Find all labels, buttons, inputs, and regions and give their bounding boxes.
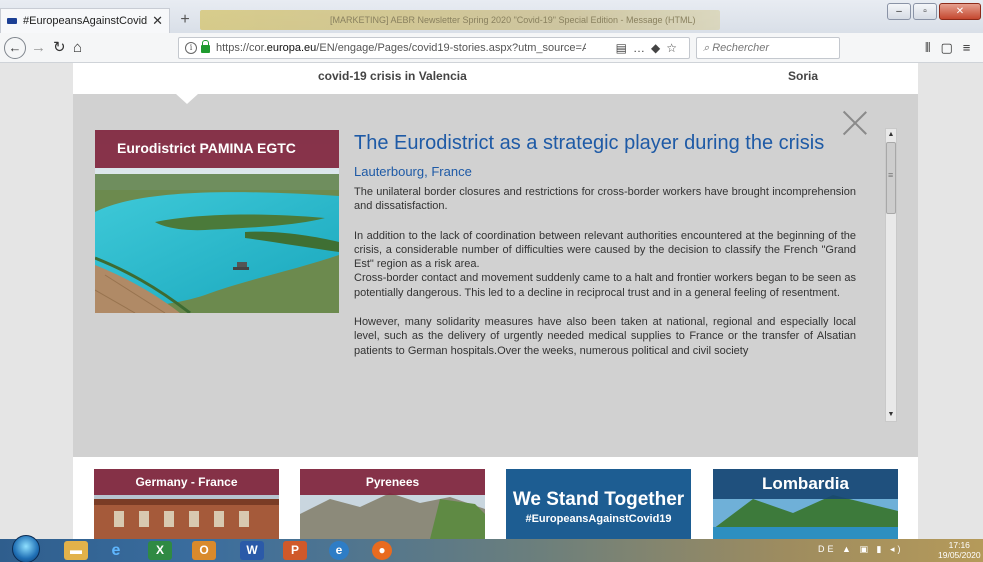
story-scrollbar[interactable]: ▲ ▼ bbox=[885, 128, 897, 422]
story-text: The Eurodistrict as a strategic player d… bbox=[354, 130, 856, 422]
tab-active[interactable]: #EuropeansAgainstCovid19 ✕ bbox=[0, 8, 170, 33]
window-controls: – ▫ ✕ bbox=[885, 3, 981, 20]
story-detail-panel: Eurodistrict PAMINA EGTC The Eurodistric… bbox=[73, 94, 918, 457]
sidebar-icon[interactable]: ▢ bbox=[940, 40, 962, 55]
excel-icon[interactable]: X bbox=[148, 541, 172, 560]
navigation-bar: ← → ↻ ⌂ i https://cor.europa.eu/EN/engag… bbox=[0, 33, 983, 63]
story-link-valencia[interactable]: covid-19 crisis in Valencia bbox=[318, 69, 467, 83]
back-arrow-icon[interactable]: ← bbox=[4, 37, 26, 59]
menu-icon[interactable]: ≡ bbox=[963, 40, 981, 55]
scroll-down-arrow-icon[interactable]: ▼ bbox=[886, 409, 896, 421]
windows-taskbar: ▬ e X O W P e ● DE ▲ ▣ ▮ ◂) 17:16 19/05/… bbox=[0, 535, 983, 562]
scroll-up-arrow-icon[interactable]: ▲ bbox=[886, 129, 896, 141]
story-location: Lauterbourg, France bbox=[354, 164, 472, 179]
outlook-icon[interactable]: O bbox=[192, 541, 216, 560]
card-label: Lombardia bbox=[713, 469, 898, 499]
story-image-banner: Eurodistrict PAMINA EGTC bbox=[95, 130, 339, 168]
url-bar[interactable]: i https://cor.europa.eu/EN/engage/Pages/… bbox=[178, 37, 690, 59]
tab-title: #EuropeansAgainstCovid19 bbox=[23, 15, 149, 27]
signal-icon[interactable]: ▮ bbox=[877, 544, 885, 554]
story-card-lombardia[interactable]: Lombardia bbox=[713, 469, 898, 539]
story-card-pyrenees[interactable]: Pyrenees bbox=[300, 469, 485, 539]
story-link-soria[interactable]: Soria bbox=[788, 69, 818, 83]
story-paragraph: In addition to the lack of coordination … bbox=[354, 229, 856, 271]
forward-arrow-icon[interactable]: → bbox=[31, 38, 46, 58]
lock-icon[interactable] bbox=[201, 40, 210, 53]
tray-arrow-icon[interactable]: ▲ bbox=[842, 544, 854, 554]
explorer-icon[interactable]: ▬ bbox=[64, 541, 88, 560]
minimize-button[interactable]: – bbox=[887, 3, 911, 20]
ie-icon[interactable]: e bbox=[104, 541, 128, 560]
story-title: The Eurodistrict as a strategic player d… bbox=[354, 132, 825, 154]
card-label: Pyrenees bbox=[300, 469, 485, 495]
card-label: Germany - France bbox=[94, 469, 279, 495]
browser-titlebar: #EuropeansAgainstCovid19 ✕ + [MARKETING]… bbox=[0, 0, 983, 33]
toolbar-right: ⫴▢≡ bbox=[925, 40, 980, 56]
story-strip: covid-19 crisis in Valencia Soria bbox=[73, 63, 918, 94]
selected-pointer bbox=[176, 94, 198, 104]
search-input[interactable]: ⌕ Rechercher bbox=[696, 37, 840, 59]
maximize-button[interactable]: ▫ bbox=[913, 3, 937, 20]
story-body: The unilateral border closures and restr… bbox=[354, 185, 856, 358]
edge-icon[interactable]: e bbox=[329, 541, 349, 560]
story-paragraph: Cross-border contact and movement sudden… bbox=[354, 272, 856, 299]
url-text: https://cor.europa.eu/EN/engage/Pages/co… bbox=[216, 42, 586, 54]
reload-icon[interactable]: ↻ bbox=[53, 38, 66, 58]
story-card-germany-france[interactable]: Germany - France bbox=[94, 469, 279, 539]
card-title: We Stand Together bbox=[512, 489, 685, 510]
story-cards: Germany - France Pyrenees We Stand Toget… bbox=[73, 469, 918, 539]
card-hashtag: #EuropeansAgainstCovid19 bbox=[525, 513, 672, 525]
content-column: covid-19 crisis in Valencia Soria Eurodi… bbox=[73, 63, 918, 539]
pocket-icon[interactable]: ◆ bbox=[651, 41, 666, 55]
firefox-icon[interactable]: ● bbox=[372, 541, 392, 560]
story-paragraph: However, many solidarity measures have a… bbox=[354, 316, 856, 357]
close-window-button[interactable]: ✕ bbox=[939, 3, 981, 20]
new-tab-button[interactable]: + bbox=[175, 10, 195, 30]
info-icon[interactable]: i bbox=[185, 42, 197, 54]
start-button[interactable] bbox=[12, 535, 40, 562]
home-icon[interactable]: ⌂ bbox=[73, 38, 82, 58]
eu-flag-icon bbox=[7, 18, 17, 24]
story-card-we-stand-together[interactable]: We Stand Together #EuropeansAgainstCovid… bbox=[506, 469, 691, 539]
system-tray: DE ▲ ▣ ▮ ◂) bbox=[818, 544, 903, 555]
page-viewport: covid-19 crisis in Valencia Soria Eurodi… bbox=[0, 63, 983, 539]
bookmark-star-icon[interactable]: ☆ bbox=[666, 41, 683, 55]
story-image: Eurodistrict PAMINA EGTC bbox=[95, 130, 339, 313]
powerpoint-icon[interactable]: P bbox=[283, 541, 307, 560]
more-actions-icon[interactable]: … bbox=[633, 41, 651, 55]
scroll-thumb[interactable] bbox=[886, 142, 896, 214]
word-icon[interactable]: W bbox=[240, 541, 264, 560]
background-window-title[interactable]: [MARKETING] AEBR Newsletter Spring 2020 … bbox=[200, 10, 720, 30]
language-indicator[interactable]: DE bbox=[818, 544, 837, 554]
library-icon[interactable]: ⫴ bbox=[925, 40, 940, 55]
url-actions: ▤…◆☆ bbox=[616, 41, 683, 55]
clock-date: 19/05/2020 bbox=[938, 549, 981, 560]
clock[interactable]: 17:16 19/05/2020 bbox=[938, 540, 981, 560]
close-tab-icon[interactable]: ✕ bbox=[152, 13, 163, 29]
volume-icon[interactable]: ◂) bbox=[890, 544, 904, 554]
network-icon[interactable]: ▣ bbox=[859, 544, 871, 554]
story-paragraph: The unilateral border closures and restr… bbox=[354, 186, 856, 213]
reader-view-icon[interactable]: ▤ bbox=[616, 41, 633, 55]
